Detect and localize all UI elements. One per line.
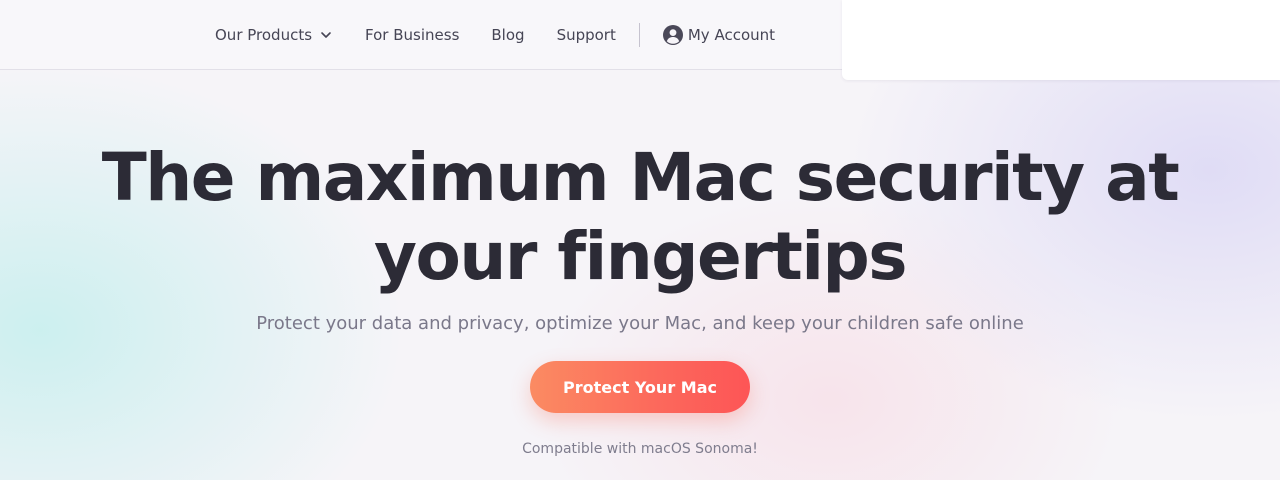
nav-blog[interactable]: Blog [491, 26, 524, 44]
nav-for-business[interactable]: For Business [365, 26, 459, 44]
nav-our-products-label: Our Products [215, 25, 313, 44]
protect-your-mac-button[interactable]: Protect Your Mac [530, 361, 750, 413]
overlay-panel [842, 0, 1280, 80]
chevron-down-icon [319, 28, 333, 42]
nav-divider [638, 22, 640, 47]
nav-blog-label: Blog [491, 25, 525, 44]
main-nav: Our Products For Business Blog Support M… [215, 0, 775, 69]
hero-subtitle: Protect your data and privacy, optimize … [256, 313, 1024, 334]
compatibility-note: Compatible with macOS Sonoma! [522, 441, 758, 457]
user-circle-icon [662, 24, 683, 45]
nav-my-account-label: My Account [687, 25, 776, 44]
nav-our-products[interactable]: Our Products [215, 26, 333, 44]
nav-support[interactable]: Support [557, 26, 616, 44]
nav-my-account[interactable]: My Account [662, 24, 776, 45]
nav-support-label: Support [556, 25, 616, 44]
nav-for-business-label: For Business [365, 25, 460, 44]
hero-title: The maximum Mac security at your fingert… [101, 139, 1180, 295]
